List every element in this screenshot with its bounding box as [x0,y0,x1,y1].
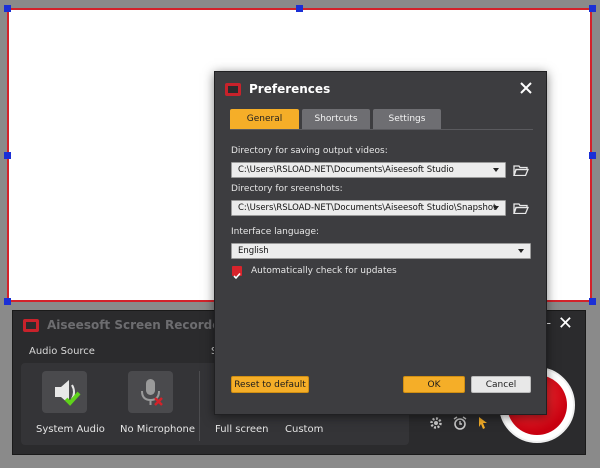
reset-to-default-button[interactable]: Reset to default [231,376,309,393]
resize-handle-bottom-right[interactable] [589,298,596,305]
screenshot-dir-label: Directory for sreenshots: [231,184,343,194]
output-dir-select[interactable]: C:\Users\RSLOAD-NET\Documents\Aiseesoft … [231,162,506,178]
divider [199,371,200,441]
language-label: Interface language: [231,227,320,237]
folder-open-icon[interactable] [513,164,529,176]
language-value: English [238,246,269,256]
tab-settings[interactable]: Settings [373,109,441,129]
language-select[interactable]: English [231,243,531,259]
resize-handle-middle-left[interactable] [4,152,11,159]
alarm-clock-icon[interactable] [453,416,467,430]
speaker-icon [55,380,81,406]
ok-button[interactable]: OK [403,376,465,393]
system-audio-label: System Audio [36,424,105,435]
chevron-down-icon [493,168,499,172]
resize-handle-top-right[interactable] [589,5,596,12]
app-logo-icon [23,318,39,332]
checkmark-icon [233,272,241,280]
folder-open-icon[interactable] [513,202,529,214]
audio-source-label: Audio Source [29,346,95,357]
chevron-down-icon [518,249,524,253]
dialog-title: Preferences [249,82,331,96]
microphone-button[interactable] [128,371,173,413]
tab-bar: General Shortcuts Settings [230,109,441,129]
tab-general[interactable]: General [230,109,299,129]
resize-handle-bottom-left[interactable] [4,298,11,305]
screenshot-dir-value: C:\Users\RSLOAD-NET\Documents\Aiseesoft … [238,203,497,213]
output-dir-value: C:\Users\RSLOAD-NET\Documents\Aiseesoft … [238,165,454,175]
tab-underline [230,129,533,130]
tab-shortcuts[interactable]: Shortcuts [302,109,370,129]
no-microphone-label: No Microphone [120,424,195,435]
custom-label[interactable]: Custom [285,424,323,435]
resize-handle-top-center[interactable] [296,5,303,12]
resize-handle-top-left[interactable] [4,5,11,12]
gear-icon[interactable] [429,416,443,430]
auto-update-checkbox[interactable] [232,266,242,280]
chevron-down-icon [493,206,499,210]
dialog-close-icon[interactable] [519,81,533,95]
cancel-button[interactable]: Cancel [471,376,531,393]
app-logo-icon [225,82,241,96]
recorder-title-bar: Aiseesoft Screen Recorder [23,318,226,332]
recorder-close-icon[interactable]: ✕ [558,315,573,333]
dialog-title-bar: Preferences [225,79,330,99]
output-dir-label: Directory for saving output videos: [231,146,388,156]
microphone-muted-icon [141,379,163,406]
system-audio-button[interactable] [42,371,87,413]
recorder-tools [429,416,489,430]
full-screen-label[interactable]: Full screen [215,424,269,435]
auto-update-label: Automatically check for updates [251,266,397,276]
recorder-title: Aiseesoft Screen Recorder [47,318,227,332]
preferences-dialog: Preferences General Shortcuts Settings D… [214,71,547,415]
screenshot-dir-select[interactable]: C:\Users\RSLOAD-NET\Documents\Aiseesoft … [231,200,506,216]
cursor-icon[interactable] [477,416,489,430]
resize-handle-middle-right[interactable] [589,152,596,159]
